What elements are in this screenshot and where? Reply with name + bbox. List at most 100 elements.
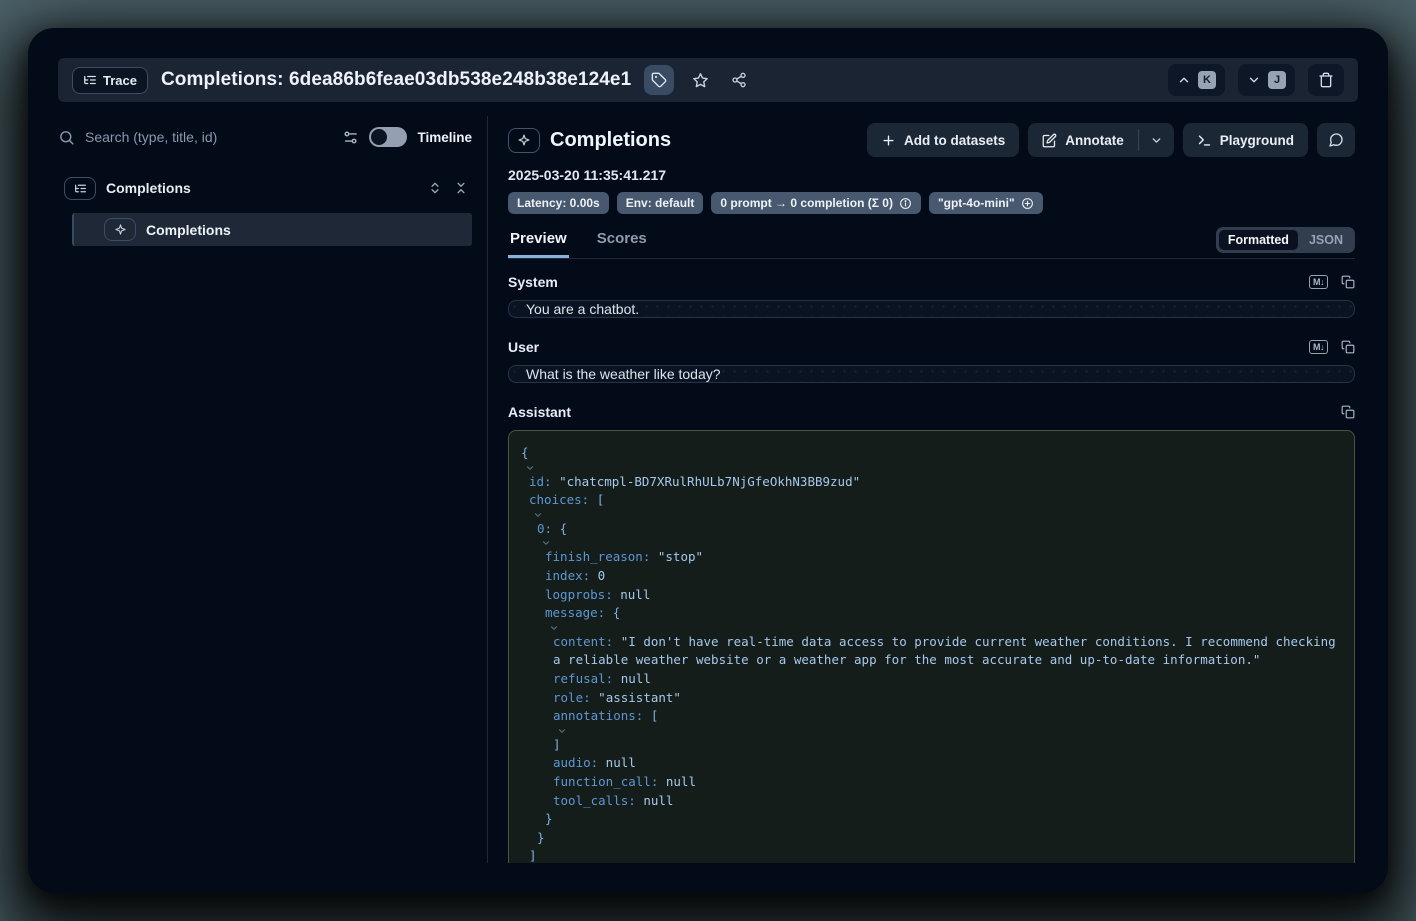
- json-token-val: null: [636, 793, 674, 808]
- add-to-datasets-label: Add to datasets: [904, 133, 1005, 148]
- generation-icon: [114, 223, 127, 236]
- json-line: function_call: null: [521, 773, 1342, 792]
- playground-label: Playground: [1220, 133, 1294, 148]
- json-token-key: message:: [545, 605, 605, 620]
- markdown-toggle-icon[interactable]: M↓: [1309, 340, 1328, 354]
- copy-icon: [1341, 340, 1355, 354]
- json-token-val: null: [613, 671, 651, 686]
- format-formatted-option[interactable]: Formatted: [1219, 230, 1298, 250]
- trace-type-badge: Trace: [72, 67, 148, 94]
- latency-badge: Latency: 0.00s: [508, 192, 609, 214]
- json-token-str: "I don't have real-time data access to p…: [553, 634, 1343, 668]
- json-token-key: 0:: [537, 521, 552, 536]
- collapse-chevron-icon[interactable]: [533, 510, 543, 520]
- message-sections: System M↓ You are a chatbot. User M↓: [508, 259, 1355, 863]
- json-line: message: {: [521, 604, 1342, 633]
- annotate-split-button: Annotate: [1028, 123, 1174, 157]
- tree-item-generation[interactable]: Completions: [72, 213, 472, 246]
- json-token-punc: [: [589, 492, 604, 507]
- annotate-dropdown-button[interactable]: [1139, 123, 1174, 157]
- toggle-knob: [371, 129, 387, 145]
- system-role-label: System: [508, 274, 1309, 290]
- search-input[interactable]: [85, 129, 332, 145]
- shortcut-key-k: K: [1198, 71, 1216, 89]
- next-trace-button[interactable]: J: [1238, 64, 1295, 96]
- json-token-val: 0: [590, 568, 605, 583]
- comments-button[interactable]: [1317, 123, 1355, 157]
- json-token-key: annotations:: [553, 708, 643, 723]
- observation-title: Completions: [550, 129, 857, 152]
- desktop-background: { "titlebar": { "trace_badge": "Trace", …: [0, 0, 1416, 921]
- add-to-datasets-button[interactable]: Add to datasets: [867, 123, 1019, 157]
- copy-button[interactable]: [1341, 405, 1355, 419]
- tree-root-label: Completions: [106, 180, 418, 196]
- view-settings-icon[interactable]: [342, 129, 359, 146]
- collapse-chevron-icon[interactable]: [525, 463, 535, 473]
- json-line: annotations: [: [521, 707, 1342, 736]
- collapse-all-icon[interactable]: [454, 181, 468, 195]
- share-button[interactable]: [726, 67, 752, 93]
- json-token-key: finish_reason:: [545, 549, 650, 564]
- json-token-punc: ]: [553, 737, 561, 752]
- json-line: audio: null: [521, 754, 1342, 773]
- search-icon: [58, 129, 75, 146]
- system-message-box: You are a chatbot.: [508, 300, 1355, 318]
- star-button[interactable]: [687, 67, 713, 93]
- list-tree-icon: [74, 182, 87, 195]
- assistant-json-code: {id: "chatcmpl-BD7XRulRhULb7NjGfeOkhN3BB…: [508, 430, 1355, 863]
- json-line: index: 0: [521, 567, 1342, 586]
- detail-tabs: Preview Scores Formatted JSON: [508, 226, 1355, 259]
- json-line: finish_reason: "stop": [521, 548, 1342, 567]
- user-message-text: What is the weather like today?: [526, 366, 721, 382]
- collapse-chevron-icon[interactable]: [549, 623, 559, 633]
- json-token-key: refusal:: [553, 671, 613, 686]
- markdown-toggle-icon[interactable]: M↓: [1309, 275, 1328, 289]
- collapse-chevron-icon[interactable]: [557, 726, 567, 736]
- json-token-punc: {: [521, 445, 529, 460]
- expand-all-icon[interactable]: [428, 181, 442, 195]
- model-badge[interactable]: "gpt-4o-mini": [929, 192, 1043, 214]
- window-body: Timeline Completions Completions: [58, 116, 1358, 863]
- json-line: }: [521, 810, 1342, 829]
- chevron-up-icon: [1177, 73, 1191, 87]
- collapse-chevron-icon[interactable]: [541, 538, 551, 548]
- previous-trace-button[interactable]: K: [1168, 64, 1225, 96]
- json-line: role: "assistant": [521, 689, 1342, 708]
- json-token-key: tool_calls:: [553, 793, 636, 808]
- user-role-label: User: [508, 339, 1309, 355]
- copy-button[interactable]: [1341, 275, 1355, 289]
- annotate-label: Annotate: [1065, 133, 1124, 148]
- observation-header: Completions Add to datasets Annotate: [508, 122, 1355, 158]
- action-buttons: Add to datasets Annotate: [867, 123, 1355, 157]
- tree-item-trace-root[interactable]: Completions: [58, 172, 472, 204]
- token-usage-badge[interactable]: 0 prompt → 0 completion (Σ 0): [711, 192, 921, 214]
- copy-icon: [1341, 275, 1355, 289]
- json-token-str: "stop": [650, 549, 703, 564]
- copy-button[interactable]: [1341, 340, 1355, 354]
- playground-button[interactable]: Playground: [1183, 123, 1308, 157]
- annotate-button[interactable]: Annotate: [1028, 123, 1138, 157]
- user-section-icons: M↓: [1309, 340, 1355, 354]
- delete-trace-button[interactable]: [1308, 64, 1344, 96]
- timeline-toggle[interactable]: [369, 127, 407, 147]
- tab-scores[interactable]: Scores: [595, 226, 649, 258]
- observation-timestamp: 2025-03-20 11:35:41.217: [508, 167, 1355, 183]
- tag-button[interactable]: [644, 65, 674, 95]
- json-token-key: audio:: [553, 755, 598, 770]
- trace-node-badge: [64, 177, 96, 200]
- json-token-punc: }: [545, 811, 553, 826]
- json-token-key: content:: [553, 634, 613, 649]
- circle-plus-icon: [1021, 197, 1034, 210]
- chevron-down-icon: [1247, 73, 1261, 87]
- json-token-val: null: [613, 587, 651, 602]
- generation-node-badge: [104, 218, 136, 241]
- json-token-key: function_call:: [553, 774, 658, 789]
- json-token-key: choices:: [529, 492, 589, 507]
- json-line: ]: [521, 736, 1342, 755]
- format-json-option[interactable]: JSON: [1300, 230, 1352, 250]
- system-section-header: System M↓: [508, 274, 1355, 290]
- tab-preview[interactable]: Preview: [508, 226, 569, 258]
- json-line: ]: [521, 847, 1342, 863]
- json-token-punc: ]: [529, 848, 537, 863]
- user-section-header: User M↓: [508, 339, 1355, 355]
